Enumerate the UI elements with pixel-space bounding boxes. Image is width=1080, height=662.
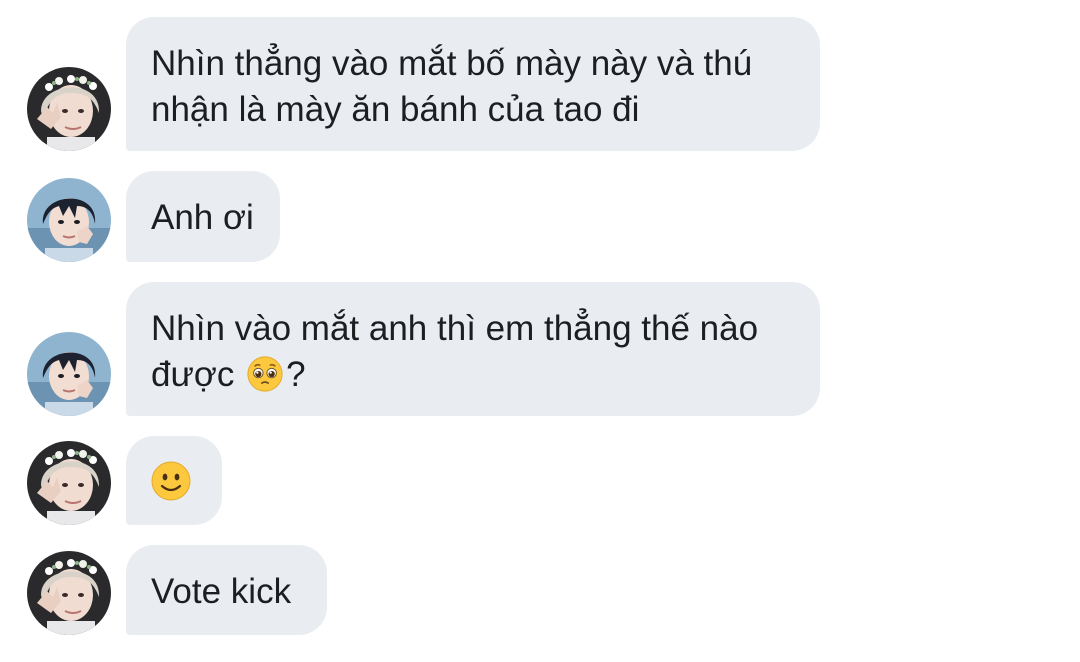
message-row — [0, 436, 1080, 525]
message-row: Anh ơi — [0, 171, 1080, 262]
sender-avatar[interactable] — [27, 332, 111, 416]
message-bubble[interactable]: Anh ơi — [126, 171, 280, 262]
message-row: Vote kick — [0, 545, 1080, 635]
sender-avatar[interactable] — [27, 178, 111, 262]
pleading-face-emoji — [247, 356, 283, 392]
sender-avatar[interactable] — [27, 441, 111, 525]
message-bubble[interactable]: Nhìn vào mắt anh thì em thẳng thế nào đư… — [126, 282, 820, 416]
message-bubble[interactable]: Vote kick — [126, 545, 327, 635]
sender-avatar[interactable] — [27, 67, 111, 151]
slightly-smiling-face-emoji — [151, 461, 191, 501]
message-text-line: nhận là mày ăn bánh của tao đi — [151, 90, 640, 129]
message-text-fragment: ? — [286, 355, 306, 394]
message-row: Nhìn vào mắt anh thì em thẳng thế nào đư… — [0, 282, 1080, 416]
message-text-line: Nhìn vào mắt anh thì em thẳng thế nào — [151, 309, 759, 348]
message-text-line: được ? — [151, 352, 792, 398]
message-bubble[interactable]: Nhìn thẳng vào mắt bố mày này và thú nhậ… — [126, 17, 820, 151]
message-text-line: Nhìn thẳng vào mắt bố mày này và thú — [151, 44, 753, 83]
message-text-fragment: được — [151, 355, 235, 394]
message-row: Nhìn thẳng vào mắt bố mày này và thú nhậ… — [0, 17, 1080, 151]
message-text-line: Vote kick — [151, 572, 292, 611]
message-text-line: Anh ơi — [151, 198, 254, 237]
sender-avatar[interactable] — [27, 551, 111, 635]
message-bubble[interactable] — [126, 436, 222, 525]
